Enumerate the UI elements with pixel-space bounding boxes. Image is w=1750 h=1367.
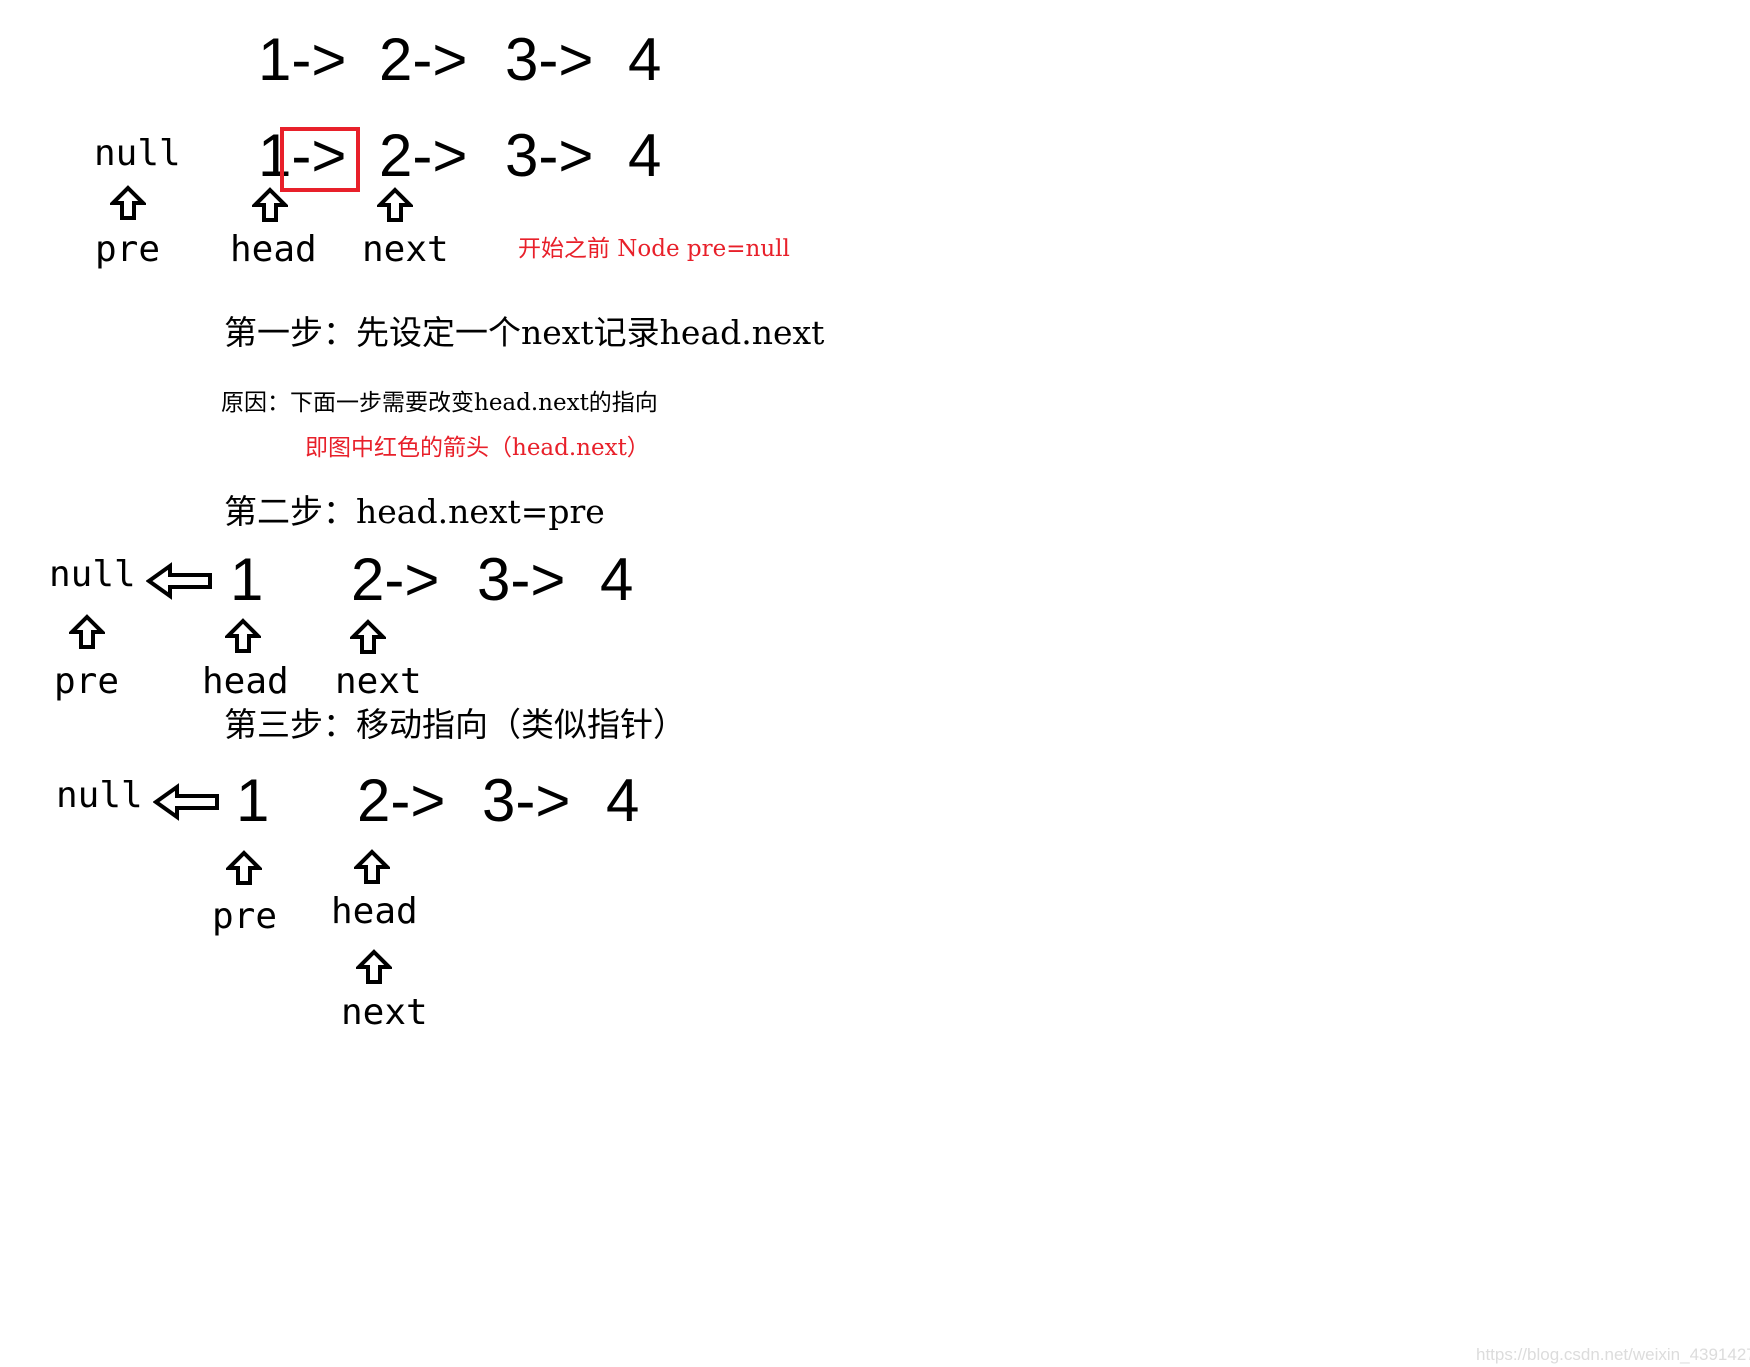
- next-label: next: [362, 229, 449, 270]
- head-label: head: [202, 661, 289, 702]
- pre-label: pre: [95, 229, 161, 270]
- step3-title: 第三步：移动指向（类似指针）: [224, 705, 686, 744]
- reversed-link-left-arrow-icon: [153, 783, 221, 821]
- head-pointer-up-arrow-icon: [252, 187, 288, 223]
- head-next-highlight-box: [280, 127, 360, 192]
- node-4: 4: [628, 26, 662, 93]
- pre-label: pre: [54, 661, 120, 702]
- head-label: head: [331, 891, 418, 932]
- head-pointer-up-arrow-icon: [354, 849, 390, 885]
- pre-pointer-up-arrow-icon: [69, 614, 105, 650]
- next-pointer-up-arrow-icon: [350, 619, 386, 655]
- pre-pointer-up-arrow-icon: [226, 850, 262, 886]
- node-3: 3->: [505, 122, 594, 189]
- node-2: 2->: [357, 767, 446, 834]
- next-pointer-up-arrow-icon: [356, 949, 392, 985]
- node-2: 2->: [379, 122, 468, 189]
- step2-title: 第二步：head.next=pre: [224, 492, 605, 531]
- watermark: https://blog.csdn.net/weixin_43914278: [1476, 1345, 1750, 1364]
- initial-state-note: 开始之前 Node pre=null: [518, 236, 790, 262]
- node-4: 4: [606, 767, 640, 834]
- node-4: 4: [600, 546, 634, 613]
- node-1: 1->: [258, 26, 347, 93]
- step1-title: 第一步：先设定一个next记录head.next: [224, 313, 825, 352]
- null-label: null: [49, 554, 136, 595]
- node-3: 3->: [505, 26, 594, 93]
- node-3: 3->: [482, 767, 571, 834]
- node-1: 1: [236, 767, 270, 834]
- node-3: 3->: [477, 546, 566, 613]
- node-2: 2->: [379, 26, 468, 93]
- step1-reason-detail: 即图中红色的箭头（head.next）: [305, 435, 650, 461]
- null-label: null: [56, 775, 143, 816]
- pre-pointer-up-arrow-icon: [110, 185, 146, 221]
- next-label: next: [341, 992, 428, 1033]
- linked-list-reversal-diagram: 1-> 2-> 3-> 4 null 1-> 2-> 3-> 4 pre hea…: [0, 0, 1750, 1367]
- node-2: 2->: [351, 546, 440, 613]
- next-pointer-up-arrow-icon: [377, 187, 413, 223]
- head-pointer-up-arrow-icon: [225, 618, 261, 654]
- reversed-link-left-arrow-icon: [146, 562, 214, 600]
- head-label: head: [230, 229, 317, 270]
- next-label: next: [335, 661, 422, 702]
- pre-label: pre: [212, 896, 278, 937]
- node-4: 4: [628, 122, 662, 189]
- null-label: null: [94, 133, 181, 174]
- node-1: 1: [230, 546, 264, 613]
- step1-reason: 原因：下面一步需要改变head.next的指向: [221, 390, 658, 416]
